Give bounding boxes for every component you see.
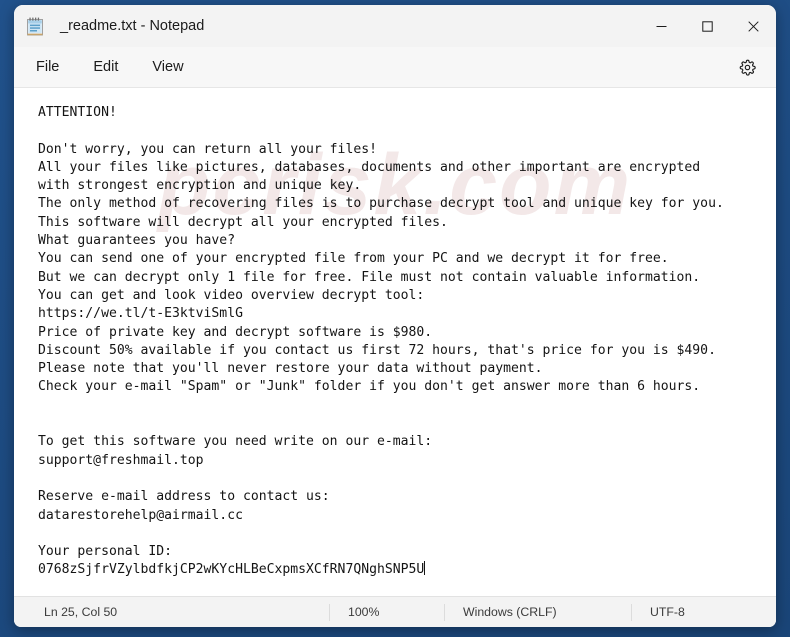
status-bar: Ln 25, Col 50 100% Windows (CRLF) UTF-8 — [14, 596, 776, 627]
ransom-note-text[interactable]: ATTENTION! Don't worry, you can return a… — [14, 88, 776, 580]
gear-icon — [739, 59, 756, 76]
minimize-icon — [656, 25, 666, 27]
text-editor-area[interactable]: pcrisk.com ATTENTION! Don't worry, you c… — [14, 88, 776, 596]
close-icon — [747, 20, 759, 32]
status-zoom-level[interactable]: 100% — [329, 603, 444, 621]
status-cursor-position: Ln 25, Col 50 — [44, 605, 118, 619]
menu-item-view[interactable]: View — [140, 54, 195, 80]
note-body: ATTENTION! Don't worry, you can return a… — [38, 105, 724, 578]
maximize-icon — [701, 20, 713, 32]
menu-item-edit[interactable]: Edit — [81, 54, 130, 80]
status-line-ending[interactable]: Windows (CRLF) — [444, 603, 631, 621]
notepad-window: _readme.txt - Notepad File Edit View pcr… — [14, 5, 776, 627]
title-bar-left: _readme.txt - Notepad — [14, 17, 638, 36]
maximize-button[interactable] — [684, 5, 730, 47]
settings-button[interactable] — [732, 52, 762, 82]
close-button[interactable] — [730, 5, 776, 47]
status-encoding[interactable]: UTF-8 — [631, 603, 776, 621]
desktop-background: _readme.txt - Notepad File Edit View pcr… — [0, 0, 790, 637]
notepad-icon — [27, 17, 43, 35]
menu-bar: File Edit View — [14, 47, 776, 88]
window-title: _readme.txt - Notepad — [60, 18, 205, 34]
minimize-button[interactable] — [638, 5, 684, 47]
title-bar[interactable]: _readme.txt - Notepad — [14, 5, 776, 47]
menu-item-file[interactable]: File — [24, 54, 71, 80]
text-caret — [424, 561, 426, 576]
